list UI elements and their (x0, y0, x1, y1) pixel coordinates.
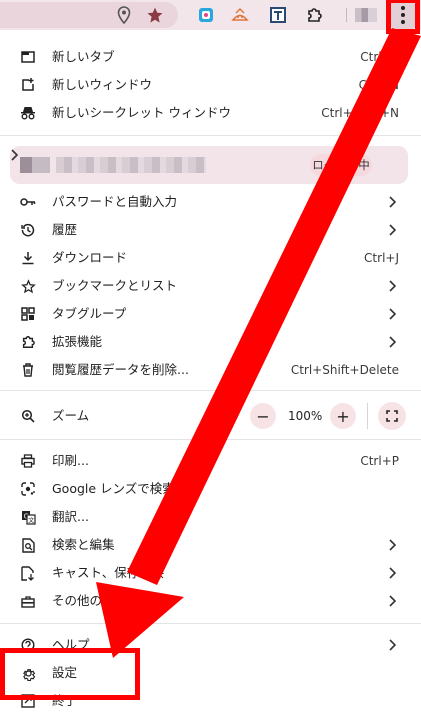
menu-item-label: 新しいウィンドウ (52, 77, 153, 92)
extension-icon-orange[interactable] (230, 5, 250, 25)
zoom-out-button[interactable]: − (250, 403, 276, 429)
annotation-kebab-highlight (386, 0, 420, 34)
zoom-separator (367, 403, 368, 429)
puzzle-icon (20, 334, 36, 350)
menu-item-label: 履歴 (52, 222, 78, 237)
menu-item-label: 拡張機能 (52, 334, 103, 349)
menu-item-label: ダウンロード (52, 250, 128, 265)
chevron-right-icon (385, 594, 399, 608)
profile-avatar[interactable] (355, 8, 377, 22)
chevron-right-icon (385, 538, 399, 552)
menu-item-history[interactable]: 履歴 (0, 216, 421, 244)
new-window-icon (20, 77, 36, 93)
menu-item-google-lens[interactable]: Google レンズで検索 (0, 475, 421, 503)
menu-item-translate[interactable]: G文 翻訳... (0, 503, 421, 531)
menu-item-label: 検索と編集 (52, 537, 115, 552)
menu-item-shortcut: Ctrl+N (358, 78, 399, 92)
menu-divider (0, 439, 421, 440)
menu-item-more-tools[interactable]: その他のツール (0, 587, 421, 615)
menu-item-bookmarks[interactable]: ブックマークとリスト (0, 272, 421, 300)
menu-item-find-edit[interactable]: 検索と編集 (0, 531, 421, 559)
profile-status-badge: ログイン中 (310, 154, 372, 176)
menu-divider (0, 390, 421, 391)
svg-text:文: 文 (28, 516, 34, 524)
cast-save-icon (20, 565, 36, 581)
menu-item-tab-groups[interactable]: タブグループ (0, 300, 421, 328)
menu-item-downloads[interactable]: ダウンロード Ctrl+J (0, 244, 421, 272)
chrome-main-menu: 新しいタブ Ctrl+T 新しいウィンドウ Ctrl+N 新しいシークレット ウ… (0, 34, 421, 722)
star-outline-icon (20, 278, 36, 294)
annotation-settings-highlight (0, 648, 140, 700)
tab-groups-icon (20, 306, 36, 322)
menu-item-label: キャスト、保存、共 (52, 565, 165, 580)
chevron-right-icon (385, 638, 399, 652)
menu-item-zoom: ズーム (0, 401, 421, 431)
puzzle-icon[interactable] (304, 5, 324, 25)
menu-item-label: 閲覧履歴データを削除... (52, 362, 189, 377)
trash-icon (20, 362, 36, 378)
chevron-right-icon (385, 223, 399, 237)
menu-item-new-incognito[interactable]: 新しいシークレット ウィンドウ Ctrl+Shift+N (0, 99, 421, 127)
extension-icon-blue[interactable] (196, 5, 216, 25)
menu-item-label: その他のツール (52, 593, 140, 608)
zoom-icon (20, 408, 36, 424)
menu-item-passwords[interactable]: パスワードと自動入力 (0, 188, 421, 216)
menu-item-shortcut: Ctrl+T (360, 50, 399, 64)
menu-item-clear-data[interactable]: 閲覧履歴データを削除... Ctrl+Shift+Delete (0, 356, 421, 384)
menu-item-new-tab[interactable]: 新しいタブ Ctrl+T (0, 43, 421, 71)
download-icon (20, 250, 36, 266)
menu-item-extensions[interactable]: 拡張機能 (0, 328, 421, 356)
new-tab-icon (20, 49, 36, 65)
menu-item-shortcut: Ctrl+P (360, 454, 399, 468)
menu-item-label: 新しいタブ (52, 49, 115, 64)
fullscreen-icon (386, 410, 398, 422)
menu-item-new-window[interactable]: 新しいウィンドウ Ctrl+N (0, 71, 421, 99)
menu-item-label: ズーム (52, 408, 90, 423)
menu-item-label: 翻訳... (52, 509, 89, 524)
menu-item-label: ブックマークとリスト (52, 278, 178, 293)
menu-divider (0, 135, 421, 136)
menu-item-print[interactable]: 印刷... Ctrl+P (0, 447, 421, 475)
zoom-level: 100% (288, 409, 323, 423)
print-icon (20, 453, 36, 469)
profile-name-redacted (56, 157, 206, 173)
chevron-right-icon (385, 566, 399, 580)
chevron-right-icon (385, 195, 399, 209)
toolbar-separator (346, 8, 347, 22)
toolbox-icon (20, 593, 36, 609)
chevron-right-icon (385, 307, 399, 321)
menu-item-cast-save[interactable]: キャスト、保存、共 (0, 559, 421, 587)
chevron-right-icon (385, 335, 399, 349)
key-icon (20, 194, 36, 210)
location-icon[interactable] (114, 5, 134, 25)
incognito-icon (20, 105, 36, 121)
zoom-in-button[interactable]: + (330, 403, 356, 429)
bookmark-star-icon[interactable] (145, 5, 165, 25)
translate-icon: G文 (20, 509, 36, 525)
profile-avatar (20, 157, 50, 173)
fullscreen-button[interactable] (378, 402, 406, 430)
menu-item-label: タブグループ (52, 306, 127, 321)
menu-item-label: 新しいシークレット ウィンドウ (52, 105, 231, 120)
menu-item-shortcut: Ctrl+Shift+Delete (290, 363, 399, 377)
menu-item-label: パスワードと自動入力 (52, 194, 178, 209)
menu-item-shortcut: Ctrl+Shift+N (321, 106, 399, 120)
extension-icon-t[interactable] (268, 5, 288, 25)
history-icon (20, 222, 36, 238)
menu-item-shortcut: Ctrl+J (364, 251, 399, 265)
browser-toolbar (0, 0, 421, 30)
menu-divider (0, 623, 421, 624)
menu-item-label: Google レンズで検索 (52, 481, 175, 496)
lens-icon (20, 481, 36, 497)
chevron-right-icon (10, 146, 19, 165)
menu-item-label: 印刷... (52, 453, 89, 468)
profile-row[interactable]: ログイン中 (10, 146, 408, 184)
chevron-right-icon (385, 279, 399, 293)
find-page-icon (20, 537, 36, 553)
